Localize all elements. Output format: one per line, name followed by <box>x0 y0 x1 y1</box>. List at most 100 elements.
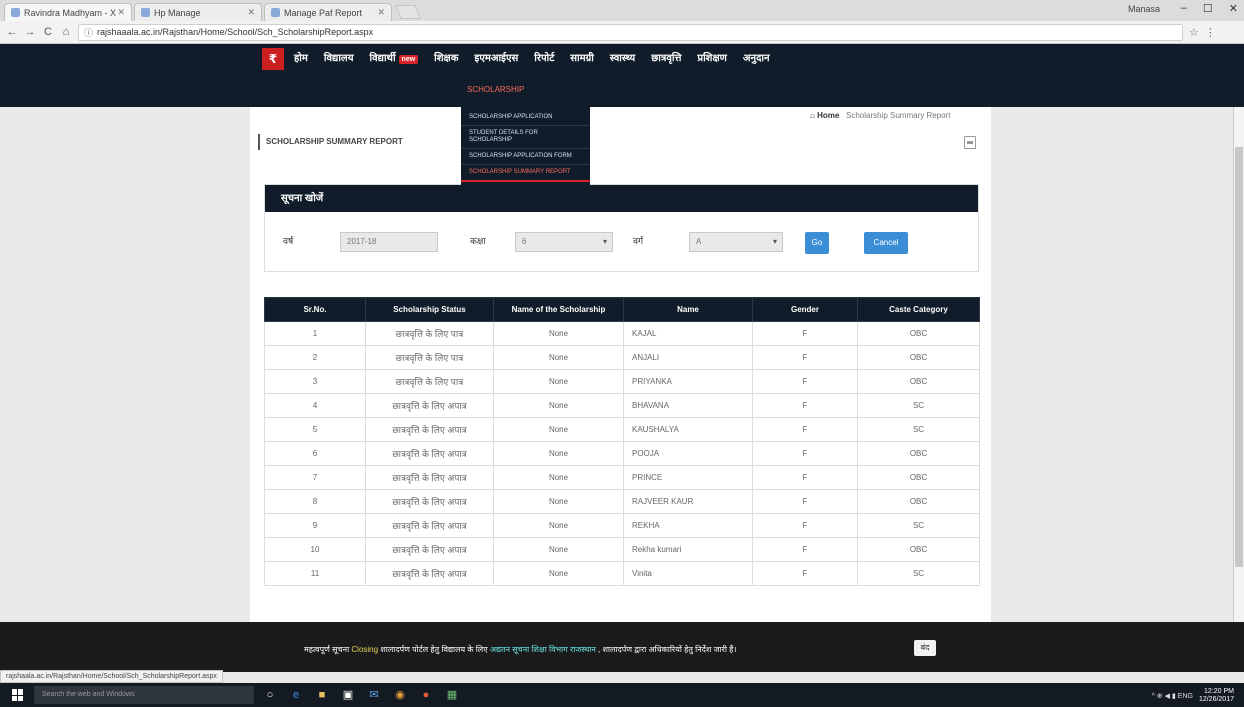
store-icon[interactable]: ▣ <box>340 687 356 703</box>
table-cell: OBC <box>857 321 980 346</box>
dropdown-item[interactable]: SCHOLARSHIP SUMMARY REPORT <box>461 165 590 182</box>
browser-tab-strip: Ravindra Madhyam - X ✕ Hp Manage ✕ Manage … <box>0 0 1244 21</box>
nav-item[interactable]: अनुदान <box>743 50 770 64</box>
file-explorer-icon[interactable]: ■ <box>314 687 330 703</box>
column-header: Name of the Scholarship <box>493 297 624 322</box>
nav-item[interactable]: विद्यालय <box>324 50 354 64</box>
chevron-down-icon: ▾ <box>772 237 777 246</box>
favicon-icon <box>271 8 280 17</box>
nav-item[interactable]: रिपोर्ट <box>534 50 554 64</box>
chrome-icon[interactable]: ◉ <box>392 687 408 703</box>
table-row: 11 छात्रवृत्ति के लिए अपात्र None Vinita F SC <box>264 561 980 586</box>
tab-close-icon[interactable]: ✕ <box>247 7 255 18</box>
table-row: 10 छात्रवृत्ति के लिए अपात्र None Rekha kum… <box>264 537 980 562</box>
table-cell: छात्रवृत्ति के लिए पात्र <box>365 345 494 370</box>
submenu-header[interactable]: SCHOLARSHIP <box>467 85 524 94</box>
breadcrumb-current: Scholarship Summary Report <box>845 111 951 120</box>
table-cell: None <box>493 537 624 562</box>
dropdown-item[interactable]: SCHOLARSHIP APPLICATION <box>461 110 590 126</box>
table-cell: None <box>493 417 624 442</box>
browser-tab[interactable]: Manage Paf Report ✕ <box>264 3 392 21</box>
home-icon[interactable]: ⌂ <box>60 26 72 38</box>
tab-close-icon[interactable]: ✕ <box>117 7 125 18</box>
browser-tab[interactable]: Ravindra Madhyam - X ✕ <box>4 3 132 21</box>
clock[interactable]: 12:20 PM 12/26/2017 <box>1199 688 1234 704</box>
year-label: वर्ष <box>283 236 294 246</box>
back-icon[interactable]: ← <box>6 26 18 38</box>
nav-item[interactable]: होम <box>294 50 308 64</box>
table-row: 7 छात्रवृत्ति के लिए अपात्र None PRINCE F OBC <box>264 465 980 490</box>
forward-icon[interactable]: → <box>24 26 36 38</box>
section-select[interactable]: A ▾ <box>689 232 783 252</box>
table-cell: OBC <box>857 489 980 514</box>
windows-taskbar: Search the web and Windows ○ e ■ ▣ ✉ ◉ ●… <box>0 683 1244 707</box>
table-cell: ANJALI <box>623 345 753 370</box>
media-icon[interactable]: ● <box>418 687 434 703</box>
class-select[interactable]: 6 ▾ <box>515 232 613 252</box>
maximize-icon[interactable]: ☐ <box>1203 2 1213 15</box>
table-cell: OBC <box>857 369 980 394</box>
url-input[interactable]: ⓘ rajshaaala.ac.in/Rajsthan/Home/School/S… <box>78 23 1183 41</box>
table-cell: 1 <box>264 321 366 346</box>
print-icon[interactable] <box>964 136 976 149</box>
column-header: Caste Category <box>857 297 980 322</box>
mail-icon[interactable]: ✉ <box>366 687 382 703</box>
dropdown-item[interactable]: SCHOLARSHIP APPLICATION FORM <box>461 149 590 165</box>
table-cell: RAJVEER KAUR <box>623 489 753 514</box>
table-cell: 4 <box>264 393 366 418</box>
table-cell: BHAVANA <box>623 393 753 418</box>
info-icon[interactable]: ⓘ <box>84 26 93 39</box>
table-cell: None <box>493 345 624 370</box>
browser-profile-name[interactable]: Manasa <box>1128 4 1160 14</box>
tray-icons[interactable]: ^ ⊕ ◀ ▮ ENG <box>1152 692 1193 700</box>
table-cell: SC <box>857 393 980 418</box>
dropdown-item[interactable]: STUDENT DETAILS FOR SCHOLARSHIP <box>461 126 590 149</box>
year-field[interactable]: 2017-18 <box>340 232 438 252</box>
table-cell: Rekha kumari <box>623 537 753 562</box>
column-header: Scholarship Status <box>365 297 494 322</box>
nav-item[interactable]: इएमआईएस <box>474 50 518 64</box>
app-icon[interactable]: ▦ <box>444 687 460 703</box>
breadcrumb-home[interactable]: ⌂ Home <box>810 111 839 120</box>
table-row: 5 छात्रवृत्ति के लिए अपात्र None KAUSHALYA F… <box>264 417 980 442</box>
nav-item[interactable]: शिक्षक <box>434 50 458 64</box>
table-cell: छात्रवृत्ति के लिए पात्र <box>365 369 494 394</box>
tab-close-icon[interactable]: ✕ <box>377 7 385 18</box>
ticker-close-button[interactable]: बंद <box>914 640 936 656</box>
system-tray: ^ ⊕ ◀ ▮ ENG 12:20 PM 12/26/2017 <box>1152 688 1234 704</box>
menu-icon[interactable]: ⋮ <box>1205 26 1216 39</box>
table-row: 2 छात्रवृत्ति के लिए पात्र None ANJALI F OBC <box>264 345 980 370</box>
column-header: Name <box>623 297 753 322</box>
scrollbar-thumb[interactable] <box>1235 147 1243 567</box>
scholarship-table: Sr.No. Scholarship Status Name of the Sc… <box>264 297 980 586</box>
page-scrollbar[interactable] <box>1233 107 1244 622</box>
edge-icon[interactable]: e <box>288 687 304 703</box>
favicon-icon <box>141 8 150 17</box>
nav-item[interactable]: छात्रवृत्ति <box>651 50 681 64</box>
table-cell: 2 <box>264 345 366 370</box>
site-logo[interactable]: ₹ <box>262 48 284 70</box>
star-icon[interactable]: ☆ <box>1189 26 1199 39</box>
table-cell: OBC <box>857 465 980 490</box>
task-view-icon[interactable]: ○ <box>262 687 278 703</box>
table-cell: छात्रवृत्ति के लिए पात्र <box>365 321 494 346</box>
nav-item[interactable]: प्रशिक्षण <box>697 50 726 64</box>
table-cell: 9 <box>264 513 366 538</box>
nav-item[interactable]: विद्यार्थी new <box>370 50 419 64</box>
table-cell: POOJA <box>623 441 753 466</box>
class-label: कक्षा <box>470 236 486 246</box>
table-cell: None <box>493 321 624 346</box>
windows-start-icon[interactable] <box>12 689 24 701</box>
nav-item[interactable]: सामग्री <box>570 50 594 64</box>
close-icon[interactable]: ✕ <box>1229 2 1238 15</box>
browser-tab[interactable]: Hp Manage ✕ <box>134 3 262 21</box>
new-tab-button[interactable] <box>395 5 421 19</box>
nav-item[interactable]: स्वास्थ्य <box>610 50 635 64</box>
cancel-button[interactable]: Cancel <box>864 232 908 254</box>
go-button[interactable]: Go <box>805 232 829 254</box>
table-cell: 7 <box>264 465 366 490</box>
reload-icon[interactable]: C <box>42 26 54 38</box>
taskbar-search-input[interactable]: Search the web and Windows <box>34 686 254 704</box>
table-cell: None <box>493 561 624 586</box>
minimize-icon[interactable]: – <box>1181 2 1187 15</box>
